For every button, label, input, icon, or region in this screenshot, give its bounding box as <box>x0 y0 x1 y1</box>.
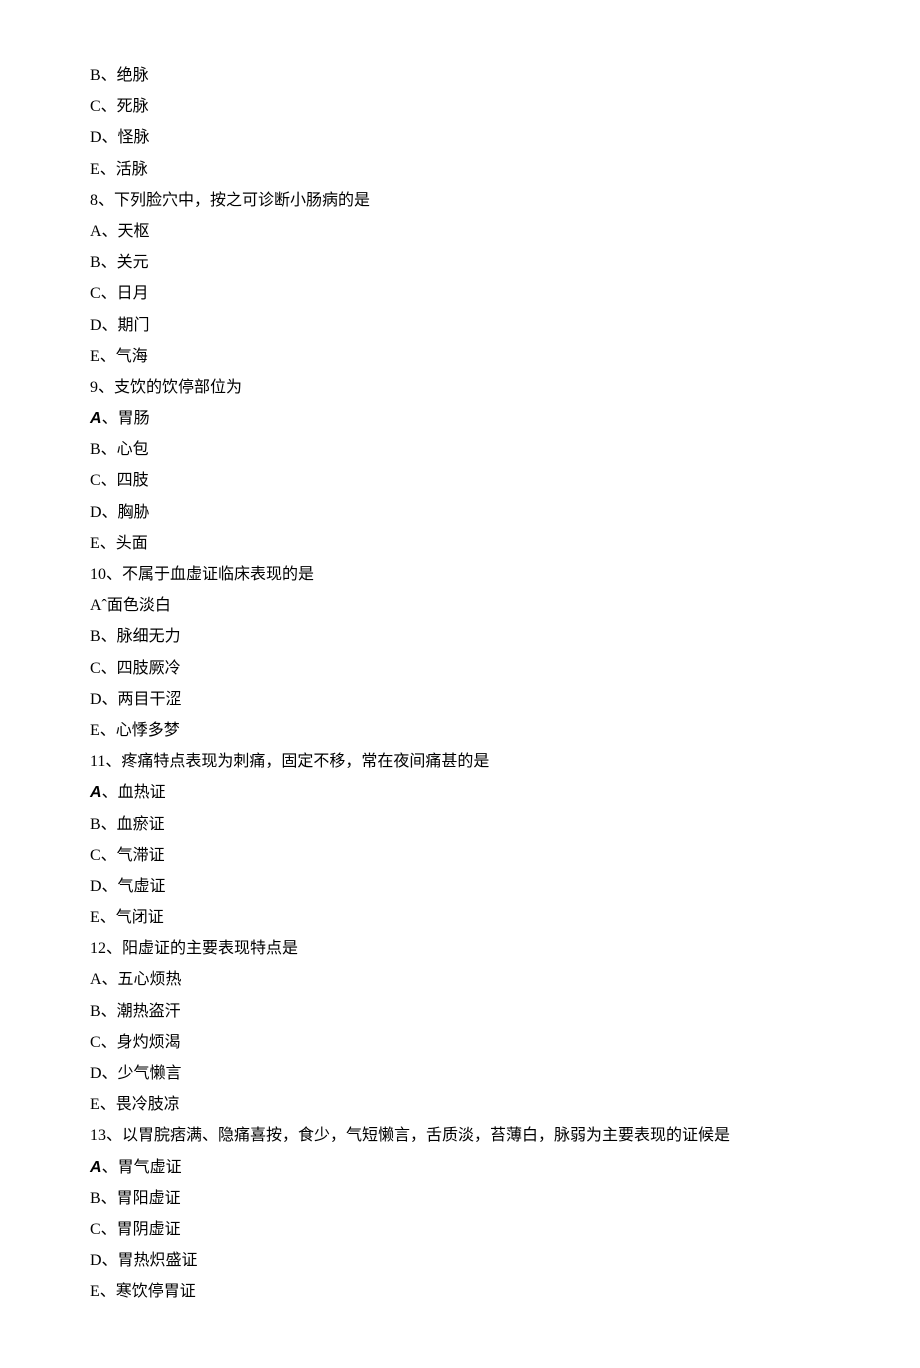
option-prefix: A <box>90 1159 102 1176</box>
text-line: 11、疼痛特点表现为刺痛，固定不移，常在夜间痛甚的是 <box>90 746 830 777</box>
text-line: E、气海 <box>90 341 830 372</box>
text-line: 10、不属于血虚证临床表现的是 <box>90 559 830 590</box>
text-line: A、天枢 <box>90 216 830 247</box>
text-line: D、怪脉 <box>90 122 830 153</box>
text-line: D、胃热炽盛证 <box>90 1245 830 1276</box>
text-line: C、身灼烦渴 <box>90 1027 830 1058</box>
text-line: B、血瘀证 <box>90 809 830 840</box>
text-line: E、活脉 <box>90 154 830 185</box>
text-line: E、气闭证 <box>90 902 830 933</box>
text-line: A、血热证 <box>90 777 830 808</box>
text-line: C、日月 <box>90 278 830 309</box>
text-line: D、少气懒言 <box>90 1058 830 1089</box>
text-line: E、心悸多梦 <box>90 715 830 746</box>
text-line: C、四肢厥冷 <box>90 653 830 684</box>
text-line: 13、以胃脘痞满、隐痛喜按，食少，气短懒言，舌质淡，苔薄白，脉弱为主要表现的证候… <box>90 1120 830 1151</box>
text-line: B、绝脉 <box>90 60 830 91</box>
option-prefix: A <box>90 410 102 427</box>
document-content: B、绝脉C、死脉D、怪脉E、活脉8、下列脸穴中，按之可诊断小肠病的是A、天枢B、… <box>90 60 830 1308</box>
text-line: B、关元 <box>90 247 830 278</box>
option-text: 、胃气虚证 <box>102 1159 182 1176</box>
option-text: 、血热证 <box>102 784 166 801</box>
text-line: C、气滞证 <box>90 840 830 871</box>
text-line: D、两目干涩 <box>90 684 830 715</box>
text-line: 8、下列脸穴中，按之可诊断小肠病的是 <box>90 185 830 216</box>
text-line: C、死脉 <box>90 91 830 122</box>
text-line: C、四肢 <box>90 465 830 496</box>
option-text: 、胃肠 <box>102 410 150 427</box>
text-line: D、气虚证 <box>90 871 830 902</box>
text-line: A、胃肠 <box>90 403 830 434</box>
text-line: E、畏冷肢凉 <box>90 1089 830 1120</box>
text-line: B、胃阳虚证 <box>90 1183 830 1214</box>
text-line: A、五心烦热 <box>90 964 830 995</box>
text-line: B、脉细无力 <box>90 621 830 652</box>
text-line: Aˆ面色淡白 <box>90 590 830 621</box>
text-line: E、寒饮停胃证 <box>90 1276 830 1307</box>
text-line: B、潮热盗汗 <box>90 996 830 1027</box>
text-line: B、心包 <box>90 434 830 465</box>
text-line: 12、阳虚证的主要表现特点是 <box>90 933 830 964</box>
text-line: D、期门 <box>90 310 830 341</box>
text-line: 9、支饮的饮停部位为 <box>90 372 830 403</box>
text-line: D、胸胁 <box>90 497 830 528</box>
text-line: C、胃阴虚证 <box>90 1214 830 1245</box>
text-line: E、头面 <box>90 528 830 559</box>
option-prefix: A <box>90 784 102 801</box>
text-line: A、胃气虚证 <box>90 1152 830 1183</box>
